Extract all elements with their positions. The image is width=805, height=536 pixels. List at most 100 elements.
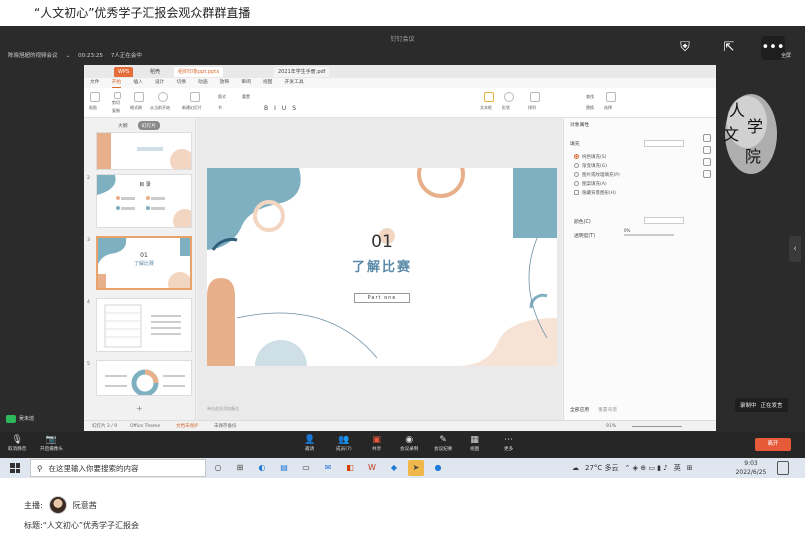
add-slide-icon[interactable]: +: [136, 404, 143, 413]
notification-icon[interactable]: [777, 461, 789, 475]
dingtalk-icon[interactable]: ➤: [408, 460, 424, 476]
slide-thumbnail-4[interactable]: [96, 298, 192, 352]
tab-outline[interactable]: 大纲: [114, 121, 132, 130]
format-painter-icon[interactable]: [134, 92, 144, 102]
tab-wps[interactable]: WPS: [114, 67, 134, 77]
unmute-button[interactable]: 🎙 取消静音: [8, 435, 26, 453]
settings-tool-icon[interactable]: [703, 170, 711, 178]
task-view-icon[interactable]: ○: [210, 460, 226, 476]
paste-icon[interactable]: [90, 92, 100, 102]
reset-background-button[interactable]: 重置背景: [598, 406, 617, 413]
menu-home[interactable]: 开始: [111, 78, 122, 88]
cut-icon[interactable]: [114, 92, 121, 99]
stream-footer: 主播: 阮意茜 标题:“人文初心”优秀学子汇报会: [0, 478, 805, 536]
weather-text[interactable]: 27°C 多云: [585, 463, 619, 473]
backup-status[interactable]: 未保存备份: [214, 421, 237, 432]
play-from-current-icon[interactable]: [158, 92, 168, 102]
tab-daoke[interactable]: 稻壳: [146, 67, 164, 77]
share-out-icon[interactable]: ⇱: [717, 36, 741, 60]
slide-thumbnail-5[interactable]: [96, 360, 192, 396]
doc-protect-status[interactable]: 文档未保护: [176, 421, 199, 432]
edge-icon[interactable]: ◐: [254, 460, 270, 476]
zoom-slider[interactable]: [632, 426, 682, 427]
meeting-app-icon[interactable]: ●: [430, 460, 446, 476]
ribbon-find-label[interactable]: 查找: [586, 94, 594, 100]
menu-file[interactable]: 文件: [90, 78, 100, 88]
fill-section-header[interactable]: 填充: [570, 140, 580, 147]
tab-pdf-file[interactable]: 2021年学生手册.pdf: [274, 67, 330, 77]
widgets-icon[interactable]: ⊞: [232, 460, 248, 476]
color-picker[interactable]: [644, 217, 684, 224]
leave-meeting-button[interactable]: 离开: [755, 438, 791, 451]
shield-icon[interactable]: ⛨: [673, 36, 697, 60]
share-button[interactable]: ▣ 共享: [372, 435, 381, 453]
new-slide-icon[interactable]: [190, 92, 200, 102]
menu-insert[interactable]: 插入: [133, 78, 143, 88]
slide-thumbnail-2[interactable]: 目 录: [96, 174, 192, 228]
taskbar-search-box[interactable]: ⚲ 在这里输入你要搜索的内容: [30, 459, 206, 477]
menu-slideshow[interactable]: 放映: [220, 78, 230, 88]
format-tool-icon[interactable]: [703, 158, 711, 166]
arrange-icon[interactable]: [530, 92, 540, 102]
textbox-icon[interactable]: [484, 92, 494, 102]
apply-all-button[interactable]: 全部应用: [570, 406, 589, 413]
more-button[interactable]: ⋯ 更多: [504, 435, 513, 453]
camera-button[interactable]: 📷 开启摄像头: [40, 435, 63, 453]
ribbon-reset-label[interactable]: 重置: [242, 94, 250, 100]
properties-tool-icon[interactable]: [703, 134, 711, 142]
notes-hint[interactable]: 单击此处添加备注: [207, 406, 239, 412]
shapes-icon[interactable]: [504, 92, 514, 102]
fill-option-gradient[interactable]: 渐变填充(G): [574, 163, 607, 169]
tab-ppt-file[interactable]: 组织印象ppt.pptx: [174, 67, 224, 77]
zoom-level[interactable]: 91%: [606, 421, 616, 432]
fullscreen-button[interactable]: 全屏: [781, 52, 791, 59]
app-icon[interactable]: ◆: [386, 460, 402, 476]
office-icon[interactable]: ◧: [342, 460, 358, 476]
view-button[interactable]: ▦ 视图: [470, 435, 479, 453]
invite-button[interactable]: 👤 邀请: [304, 435, 315, 453]
menu-design[interactable]: 设计: [155, 78, 165, 88]
minutes-button[interactable]: ✎ 会议纪要: [434, 435, 452, 453]
taskbar-clock[interactable]: 9:03 2022/6/25: [733, 459, 769, 477]
fill-dropdown[interactable]: [644, 140, 684, 147]
fill-option-solid[interactable]: 纯色填充(S): [574, 154, 606, 160]
store-icon[interactable]: ▤: [276, 460, 292, 476]
slide-number-text[interactable]: 01: [207, 232, 557, 252]
hide-background-checkbox[interactable]: 隐藏背景图形(H): [574, 190, 616, 196]
ribbon-copy-label[interactable]: 复制: [112, 108, 120, 114]
ime-indicator[interactable]: 英: [674, 463, 681, 473]
transparency-slider[interactable]: [624, 234, 674, 236]
record-button[interactable]: ◉ 会议录制: [400, 435, 418, 453]
meeting-name[interactable]: 陈晓旭超的视频会议: [8, 50, 58, 62]
animation-tool-icon[interactable]: [703, 146, 711, 154]
slide-part-label[interactable]: Part one: [354, 293, 410, 303]
select-icon[interactable]: [606, 92, 616, 102]
menu-review[interactable]: 审阅: [241, 78, 251, 88]
file-explorer-icon[interactable]: ▭: [298, 460, 314, 476]
menu-developer[interactable]: 开发工具: [284, 78, 303, 88]
ime-mode-icon[interactable]: ⊞: [687, 464, 693, 472]
fill-option-picture[interactable]: 图片或纹理填充(P): [574, 172, 620, 178]
chevron-down-icon[interactable]: ⌄: [66, 50, 71, 62]
collapse-panel-button[interactable]: ‹: [789, 236, 801, 262]
host-avatar[interactable]: [48, 496, 67, 514]
slide-thumbnail-3-selected[interactable]: 01 了解比赛: [96, 236, 192, 290]
fill-option-pattern[interactable]: 图案填充(A): [574, 181, 607, 187]
wps-icon[interactable]: W: [364, 460, 380, 476]
members-button[interactable]: 👥 成员(7): [336, 435, 352, 453]
menu-view[interactable]: 视图: [263, 78, 273, 88]
menu-animation[interactable]: 动画: [198, 78, 208, 88]
ribbon-section-label[interactable]: 节: [218, 105, 222, 111]
tab-slides[interactable]: 幻灯片: [137, 121, 161, 130]
text-format-group[interactable]: BIUS: [264, 105, 302, 112]
menu-transition[interactable]: 切换: [176, 78, 186, 88]
slide-title[interactable]: 了解比赛: [207, 256, 557, 275]
ribbon-layout-label[interactable]: 版式: [218, 94, 226, 100]
tray-icons[interactable]: ⌃ ◈ ⊕ ▭ ▮ ♪: [625, 464, 668, 472]
slide-thumbnail-1[interactable]: [96, 132, 192, 170]
mail-icon[interactable]: ✉: [320, 460, 336, 476]
windows-start-icon[interactable]: [10, 463, 20, 473]
ribbon-replace-label[interactable]: 替换: [586, 105, 594, 111]
current-slide[interactable]: 01 了解比赛 Part one: [207, 168, 557, 366]
weather-icon[interactable]: ☁: [572, 464, 579, 472]
